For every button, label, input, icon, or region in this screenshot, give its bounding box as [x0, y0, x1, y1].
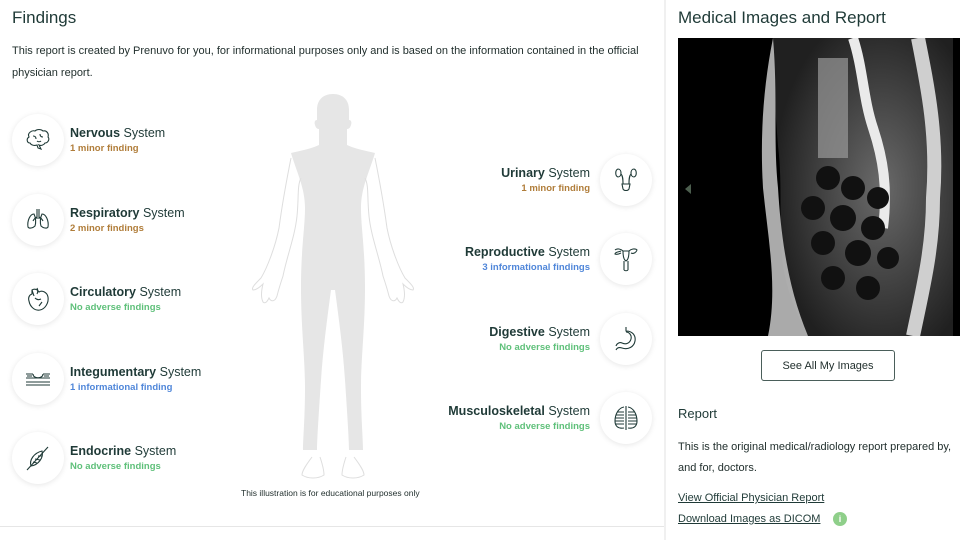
system-integumentary[interactable]: Integumentary System 1 informational fin… — [12, 353, 201, 405]
report-title: Report — [678, 406, 718, 421]
system-suffix: System — [139, 205, 185, 220]
system-endocrine[interactable]: Endocrine System No adverse findings — [12, 432, 176, 484]
see-all-images-button[interactable]: See All My Images — [761, 350, 895, 381]
system-name: Integumentary — [70, 364, 157, 379]
system-suffix: System — [544, 165, 590, 180]
system-urinary[interactable]: Urinary System 1 minor finding — [501, 154, 652, 206]
uterus-icon — [600, 233, 652, 285]
system-status: 1 minor finding — [70, 142, 139, 154]
view-physician-report-link[interactable]: View Official Physician Report — [678, 492, 824, 504]
system-name: Circulatory — [70, 284, 136, 299]
system-name: Musculoskeletal — [448, 403, 545, 418]
system-suffix: System — [156, 364, 202, 379]
heart-icon — [12, 273, 64, 325]
system-musculoskeletal[interactable]: Musculoskeletal System No adverse findin… — [448, 392, 652, 444]
human-body-illustration — [252, 94, 414, 479]
system-name: Endocrine — [70, 443, 132, 458]
download-dicom-link[interactable]: Download Images as DICOM — [678, 513, 820, 525]
brain-icon — [12, 114, 64, 166]
system-name: Respiratory — [70, 205, 140, 220]
system-suffix: System — [120, 125, 166, 140]
findings-intro: This report is created by Prenuvo for yo… — [12, 45, 639, 79]
system-circulatory[interactable]: Circulatory System No adverse findings — [12, 273, 181, 325]
report-description: This is the original medical/radiology r… — [678, 437, 960, 479]
system-name: Nervous — [70, 125, 121, 140]
system-respiratory[interactable]: Respiratory System 2 minor findings — [12, 194, 185, 246]
lungs-icon — [12, 194, 64, 246]
info-icon[interactable]: i — [833, 512, 847, 526]
stomach-icon — [600, 313, 652, 365]
system-suffix: System — [544, 324, 590, 339]
system-reproductive[interactable]: Reproductive System 3 informational find… — [465, 233, 652, 285]
system-suffix: System — [544, 244, 590, 259]
system-status: No adverse findings — [70, 301, 161, 313]
findings-title: Findings — [12, 8, 77, 27]
system-status: 1 informational finding — [70, 381, 173, 393]
system-status: 1 minor finding — [521, 182, 590, 194]
previous-image-arrow-icon[interactable] — [685, 184, 691, 194]
leaf-gland-icon — [12, 432, 64, 484]
system-suffix: System — [131, 443, 177, 458]
system-name: Digestive — [489, 324, 545, 339]
medical-panel: Medical Images and Report See All My Ima… — [666, 0, 960, 540]
mri-scan-image — [761, 38, 953, 336]
report-description-line: This is the original medical/radiology r… — [678, 441, 952, 453]
system-status: 3 informational findings — [482, 261, 590, 273]
system-status: No adverse findings — [70, 460, 161, 472]
body-silhouette — [291, 94, 375, 450]
medical-title: Medical Images and Report — [678, 8, 886, 27]
illustration-caption: This illustration is for educational pur… — [241, 488, 420, 498]
findings-panel: Findings This report is created by Prenu… — [0, 0, 664, 540]
kidneys-icon — [600, 154, 652, 206]
system-suffix: System — [544, 403, 590, 418]
system-status: No adverse findings — [499, 341, 590, 353]
section-divider — [0, 526, 664, 527]
system-status: 2 minor findings — [70, 222, 144, 234]
skin-icon — [12, 353, 64, 405]
system-name: Urinary — [501, 165, 545, 180]
system-nervous[interactable]: Nervous System 1 minor finding — [12, 114, 165, 166]
system-digestive[interactable]: Digestive System No adverse findings — [489, 313, 652, 365]
report-description-line: and for, doctors. — [678, 462, 757, 474]
ribcage-icon — [600, 392, 652, 444]
mri-image-viewer[interactable] — [678, 38, 960, 336]
system-name: Reproductive — [464, 244, 545, 259]
system-status: No adverse findings — [499, 420, 590, 432]
system-suffix: System — [136, 284, 182, 299]
